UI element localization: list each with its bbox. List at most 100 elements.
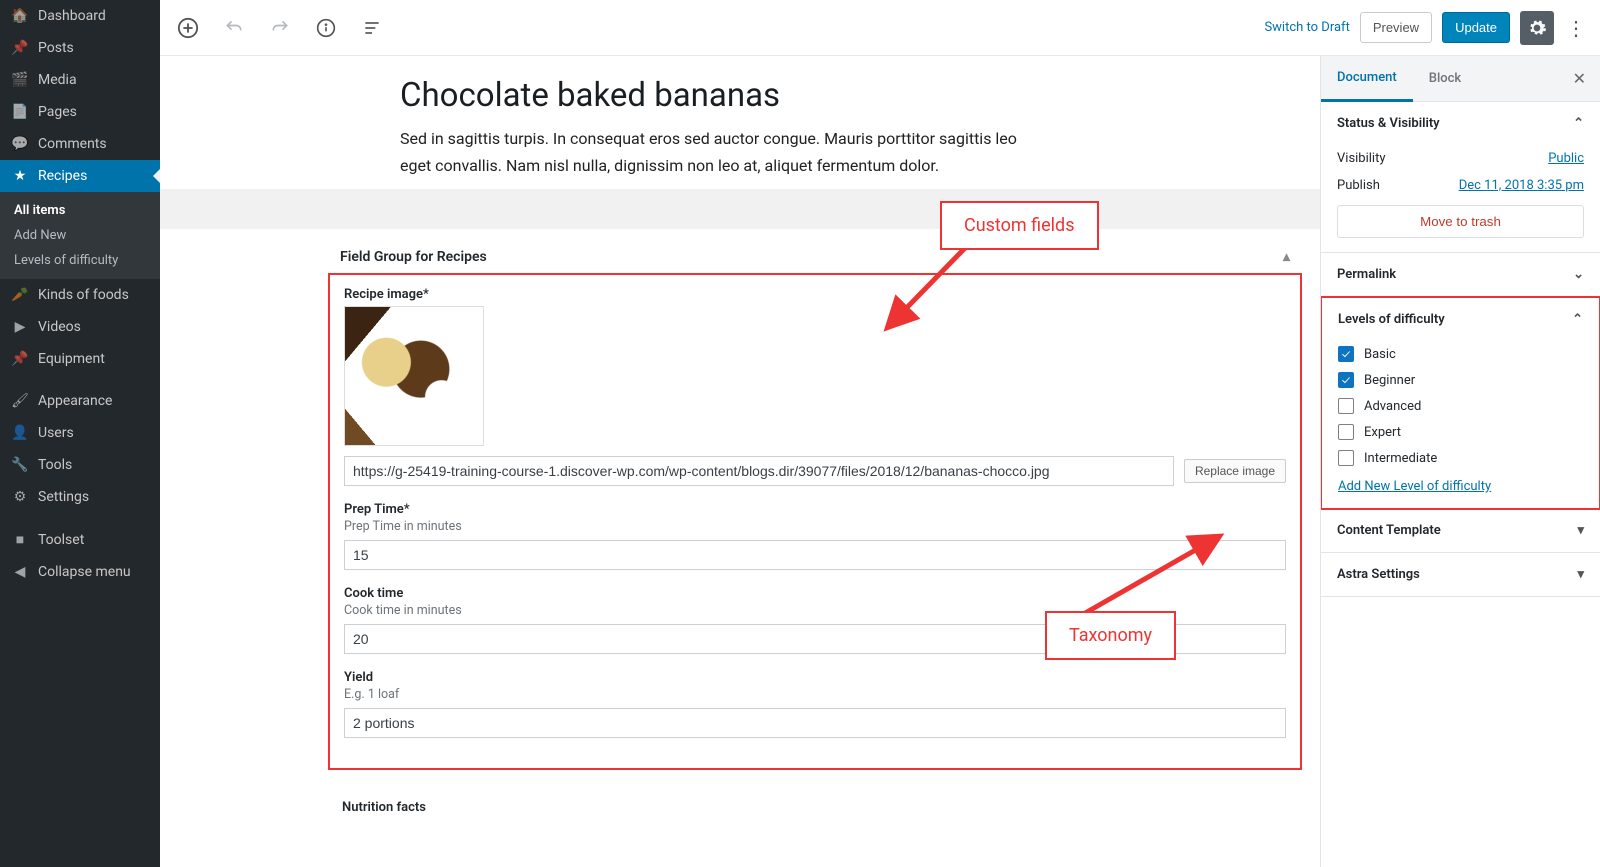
recipe-image-thumbnail[interactable] — [344, 306, 484, 446]
visibility-label: Visibility — [1337, 151, 1386, 166]
section-content-template-toggle[interactable]: Content Template ▾ — [1321, 509, 1600, 552]
sidebar-item-label: Equipment — [38, 351, 105, 367]
sidebar-item-pages[interactable]: 📄Pages — [0, 96, 160, 128]
level-checkbox-advanced[interactable]: Advanced — [1338, 393, 1583, 419]
redo-button[interactable] — [264, 12, 296, 44]
level-label: Beginner — [1364, 373, 1415, 388]
annotation-taxonomy-text: Taxonomy — [1069, 625, 1152, 646]
checkbox-unchecked-icon — [1338, 398, 1354, 414]
checkbox-checked-icon: ✓ — [1338, 372, 1354, 388]
caret-down-icon: ▾ — [1577, 567, 1584, 582]
post-title[interactable]: Chocolate baked bananas — [400, 76, 1320, 115]
sidebar-item-comments[interactable]: 💬Comments — [0, 128, 160, 160]
sidebar-item-collapse[interactable]: ◀Collapse menu — [0, 556, 160, 588]
section-astra-settings-toggle[interactable]: Astra Settings ▾ — [1321, 553, 1600, 596]
update-button[interactable]: Update — [1442, 12, 1510, 43]
sidebar-item-label: Tools — [38, 457, 72, 473]
preview-button[interactable]: Preview — [1360, 12, 1432, 43]
section-permalink-toggle[interactable]: Permalink ⌄ — [1321, 253, 1600, 296]
dashboard-icon: 🏠 — [10, 8, 30, 24]
settings-tabs: Document Block ✕ — [1321, 56, 1600, 102]
caret-up-icon: ▴ — [1283, 249, 1290, 265]
add-new-level-link[interactable]: Add New Level of difficulty — [1338, 479, 1491, 494]
section-title-astra: Astra Settings — [1337, 567, 1420, 582]
recipe-image-url-input[interactable] — [344, 456, 1174, 486]
list-icon — [362, 18, 382, 38]
sidebar-item-label: Users — [38, 425, 74, 441]
sidebar-item-kinds-of-foods[interactable]: 🥕Kinds of foods — [0, 279, 160, 311]
checkbox-checked-icon: ✓ — [1338, 346, 1354, 362]
section-title-status: Status & Visibility — [1337, 116, 1440, 131]
tab-block[interactable]: Block — [1413, 57, 1477, 100]
sidebar-item-settings[interactable]: ⚙ Settings — [0, 481, 160, 513]
add-block-button[interactable] — [172, 12, 204, 44]
level-checkbox-beginner[interactable]: ✓ Beginner — [1338, 367, 1583, 393]
caret-down-icon: ▾ — [1577, 523, 1584, 538]
level-label: Basic — [1364, 347, 1396, 362]
yield-help: E.g. 1 loaf — [344, 687, 1286, 702]
sidebar-item-equipment[interactable]: 📌Equipment — [0, 343, 160, 375]
field-group-title[interactable]: Field Group for Recipes ▴ — [160, 229, 1320, 265]
block-navigation-button[interactable] — [356, 12, 388, 44]
visibility-value-link[interactable]: Public — [1548, 151, 1584, 166]
plus-circle-icon — [177, 17, 199, 39]
sidebar-item-label: Appearance — [38, 393, 112, 409]
sidebar-item-videos[interactable]: ▶ Videos — [0, 311, 160, 343]
sidebar-item-label: Videos — [38, 319, 81, 335]
level-checkbox-basic[interactable]: ✓ Basic — [1338, 341, 1583, 367]
section-status-visibility-toggle[interactable]: Status & Visibility ⌃ — [1321, 102, 1600, 145]
level-checkbox-expert[interactable]: Expert — [1338, 419, 1583, 445]
tab-document[interactable]: Document — [1321, 56, 1413, 102]
sidebar-item-posts[interactable]: 📌Posts — [0, 32, 160, 64]
sidebar-item-label: Toolset — [38, 532, 84, 548]
more-options-button[interactable]: ⋮ — [1564, 11, 1588, 45]
undo-button[interactable] — [218, 12, 250, 44]
sidebar-item-label: Kinds of foods — [38, 287, 129, 303]
close-settings-button[interactable]: ✕ — [1559, 69, 1600, 88]
sidebar-sub-all-items[interactable]: All items — [12, 198, 160, 223]
level-checkbox-intermediate[interactable]: Intermediate — [1338, 445, 1583, 471]
sidebar-item-appearance[interactable]: 🖌Appearance — [0, 385, 160, 417]
chevron-up-icon: ⌃ — [1573, 116, 1584, 131]
sidebar-submenu-recipes: All items Add New Levels of difficulty — [0, 192, 160, 279]
video-icon: ▶ — [10, 319, 30, 335]
level-label: Intermediate — [1364, 451, 1437, 466]
section-levels-toggle[interactable]: Levels of difficulty ⌃ — [1322, 298, 1599, 341]
sidebar-item-media[interactable]: 🎬Media — [0, 64, 160, 96]
move-to-trash-button[interactable]: Move to trash — [1337, 205, 1584, 238]
recipe-image-label: Recipe image* — [344, 287, 1286, 302]
chevron-up-icon: ⌃ — [1572, 312, 1583, 327]
info-button[interactable] — [310, 12, 342, 44]
replace-image-button[interactable]: Replace image — [1184, 459, 1286, 483]
user-icon: 👤 — [10, 425, 30, 441]
editor-toolbar: Switch to Draft Preview Update ⋮ — [160, 0, 1600, 56]
section-title-content-template: Content Template — [1337, 523, 1441, 538]
sidebar-item-label: Pages — [38, 104, 77, 120]
collapse-icon: ◀ — [10, 564, 30, 580]
post-content-paragraph[interactable]: Sed in sagittis turpis. In consequat ero… — [160, 125, 1320, 189]
yield-input[interactable] — [344, 708, 1286, 738]
sidebar-item-tools[interactable]: 🔧Tools — [0, 449, 160, 481]
sidebar-item-recipes[interactable]: ★Recipes — [0, 160, 160, 192]
chevron-down-icon: ⌄ — [1573, 267, 1584, 282]
gear-icon: ⚙ — [10, 489, 30, 505]
sidebar-sub-add-new[interactable]: Add New — [12, 223, 160, 248]
settings-sidebar: Document Block ✕ Status & Visibility ⌃ V… — [1320, 56, 1600, 867]
spacer-block[interactable] — [160, 189, 1320, 229]
sidebar-item-toolset[interactable]: ■ Toolset — [0, 523, 160, 556]
redo-icon — [270, 18, 290, 38]
sidebar-item-dashboard[interactable]: 🏠Dashboard — [0, 0, 160, 32]
level-label: Advanced — [1364, 399, 1421, 414]
switch-to-draft-link[interactable]: Switch to Draft — [1264, 20, 1349, 35]
sidebar-item-label: Comments — [38, 136, 107, 152]
annotation-taxonomy: Taxonomy — [1045, 611, 1176, 660]
toolset-icon: ■ — [10, 531, 30, 548]
settings-toggle-button[interactable] — [1520, 11, 1554, 45]
star-icon: ★ — [10, 168, 30, 184]
sidebar-item-users[interactable]: 👤 Users — [0, 417, 160, 449]
sidebar-sub-levels[interactable]: Levels of difficulty — [12, 248, 160, 273]
section-title-permalink: Permalink — [1337, 267, 1396, 282]
publish-date-link[interactable]: Dec 11, 2018 3:35 pm — [1459, 178, 1584, 193]
media-icon: 🎬 — [10, 72, 30, 88]
sidebar-item-label: Settings — [38, 489, 89, 505]
